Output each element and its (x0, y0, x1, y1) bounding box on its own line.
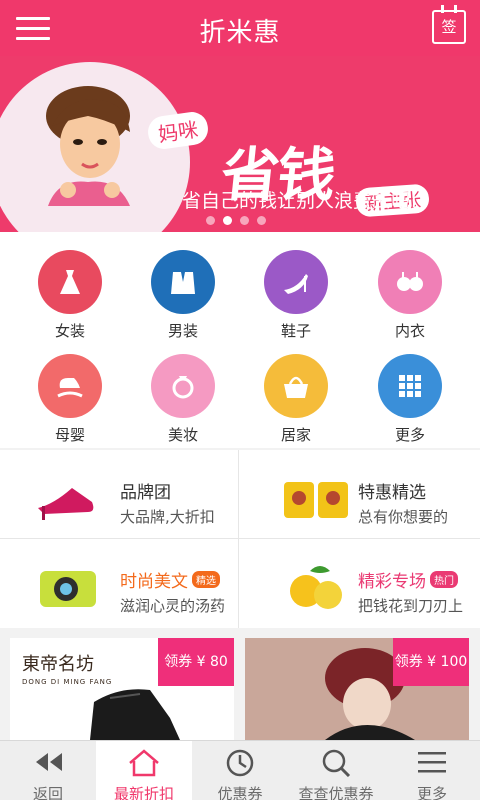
product-card[interactable]: 领券 ¥ 100 (245, 638, 469, 740)
promo-3[interactable]: 时尚美文 精选滋润心灵的汤药 (0, 539, 240, 627)
search-icon (322, 749, 351, 778)
grid-icon (378, 354, 442, 418)
tab-label: 优惠券 (217, 785, 263, 800)
category-rocking-horse[interactable]: 母婴 (15, 336, 125, 444)
tab-home[interactable]: 最新折扣 (96, 741, 192, 800)
dress-icon (38, 250, 102, 314)
tab-menu[interactable]: 更多 (384, 741, 480, 800)
category-dress[interactable]: 女装 (15, 232, 125, 340)
mom-illustration (46, 86, 130, 206)
category-suit[interactable]: 男装 (128, 232, 238, 340)
category-label: 美妆 (167, 426, 198, 444)
promo-image (40, 571, 96, 607)
pager-dot[interactable] (257, 216, 266, 225)
promo-1[interactable]: 品牌团大品牌,大折扣 (0, 450, 240, 538)
home-icon (129, 749, 159, 777)
banner-tagline: 省自己的钱让别人浪费去吧! (182, 190, 418, 212)
category-grid: 女装 男装 鞋子 内衣母婴 美妆 居家 更多 (0, 232, 480, 448)
promo-2[interactable]: 特惠精选总有你想要的 (240, 450, 480, 538)
promo-grid: 品牌团 大品牌,大折扣 特惠精选 总有你想要的 时尚美文 精选 滋润心灵的汤药 精彩专场 热门把… (0, 450, 480, 628)
ring-icon (151, 354, 215, 418)
tab-clock[interactable]: 优惠券 (192, 741, 288, 800)
tab-label: 更多 (416, 785, 447, 800)
rocking-horse-icon (38, 354, 102, 418)
basket-icon (264, 354, 328, 418)
menu-icon (418, 752, 446, 773)
promo-title: 精彩专场 热门 (358, 567, 458, 592)
category-ring[interactable]: 美妆 (128, 336, 238, 444)
pager-dot[interactable] (223, 216, 232, 225)
suit-icon (151, 250, 215, 314)
promo-image (38, 488, 94, 520)
product-strip: 東帝名坊 DONG DI MING FANG 领券 ¥ 80 领券 ¥ 100 (0, 628, 480, 740)
brand-logo-subtext: DONG DI MING FANG (22, 678, 113, 686)
promo-title: 时尚美文 精选 (120, 567, 220, 592)
category-label: 居家 (280, 426, 311, 444)
promo-image (290, 566, 342, 609)
promo-banner[interactable]: 妈咪 省钱 新主张 省自己的钱让别人浪费去吧! (0, 56, 480, 232)
promo-title: 品牌团 (120, 483, 171, 503)
category-label: 更多 (394, 426, 425, 444)
category-bra[interactable]: 内衣 (355, 232, 465, 340)
product-image (90, 689, 180, 740)
tab-label: 返回 (32, 785, 63, 800)
pager-dot[interactable] (240, 216, 249, 225)
bottom-tab-bar: 返回 最新折扣 优惠券 查查优惠券 更多 (0, 740, 480, 800)
promo-image (284, 482, 348, 518)
promo-4[interactable]: 精彩专场 热门把钱花到刀刃上 (240, 539, 480, 627)
tab-label: 最新折扣 (113, 785, 174, 800)
promo-title: 特惠精选 (358, 483, 426, 503)
app-bar: 折米惠 签 (0, 0, 480, 56)
tab-label: 查查优惠券 (298, 785, 374, 800)
pager-dot[interactable] (206, 216, 215, 225)
app-title: 折米惠 (199, 18, 281, 48)
promo-desc: 滋润心灵的汤药 (120, 597, 226, 615)
clock-icon (226, 749, 254, 777)
heel-icon (264, 250, 328, 314)
back-icon (36, 753, 62, 771)
category-basket[interactable]: 居家 (241, 336, 351, 444)
category-grid[interactable]: 更多 (355, 336, 465, 444)
category-heel[interactable]: 鞋子 (241, 232, 351, 340)
sign-in-calendar-button[interactable]: 签 (432, 5, 466, 44)
bra-icon (378, 250, 442, 314)
coupon-button[interactable]: 领券 ¥ 80 (158, 638, 234, 686)
tab-search[interactable]: 查查优惠券 (288, 741, 384, 800)
brand-logo-text: 東帝名坊 (22, 654, 94, 675)
coupon-button[interactable]: 领券 ¥ 100 (393, 638, 469, 686)
promo-desc: 把钱花到刀刃上 (358, 597, 464, 615)
category-label: 母婴 (54, 426, 85, 444)
promo-desc: 大品牌,大折扣 (120, 508, 215, 526)
promo-tag-badge: 精选 (192, 571, 220, 588)
product-card[interactable]: 東帝名坊 DONG DI MING FANG 领券 ¥ 80 (10, 638, 234, 740)
banner-pager (206, 210, 274, 229)
tab-back[interactable]: 返回 (0, 741, 96, 800)
promo-tag-badge: 热门 (430, 571, 458, 588)
promo-desc: 总有你想要的 (358, 508, 449, 526)
